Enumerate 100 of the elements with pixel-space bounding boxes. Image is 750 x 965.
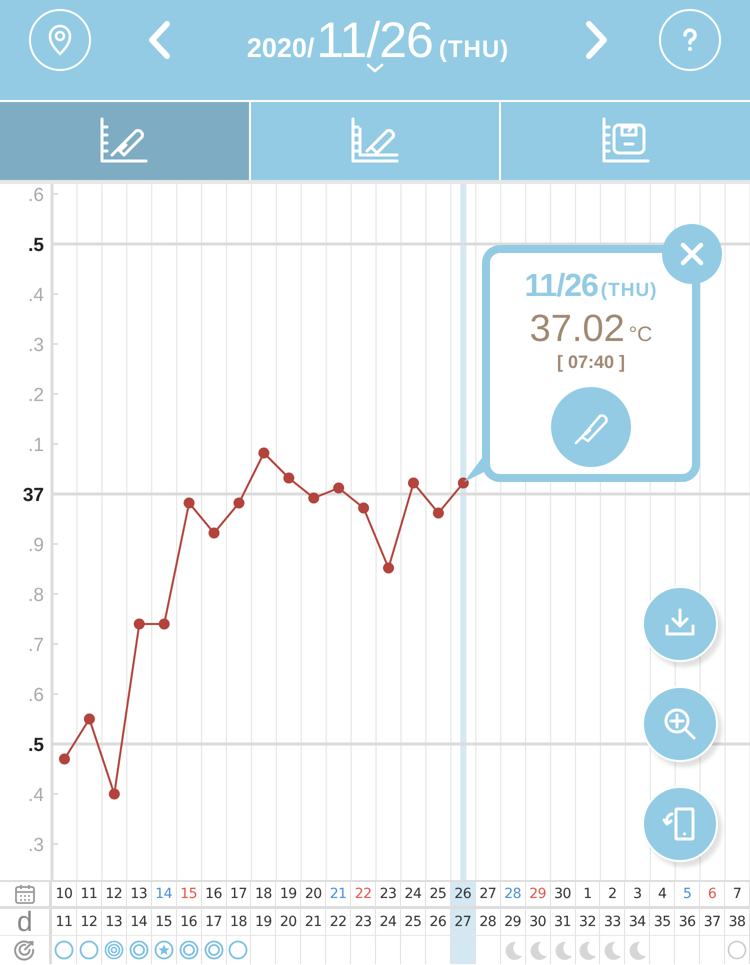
circle-icon	[78, 940, 99, 960]
cycle-day-number: 29	[500, 909, 526, 936]
help-button[interactable]	[659, 9, 721, 71]
axis-tick-label: .6	[28, 685, 44, 706]
cycle-day-number: 35	[650, 909, 676, 936]
cycle-day-number: 18	[226, 909, 252, 936]
target-arrow-icon	[14, 939, 36, 961]
calendar-date[interactable]: 24	[401, 882, 426, 909]
cycle-day-number: 20	[276, 909, 302, 936]
calendar-date[interactable]: 22	[351, 882, 376, 909]
axis-tick-label: .4	[28, 785, 44, 806]
cycle-day-number: 21	[301, 909, 326, 936]
popup-date: 11/26	[524, 267, 598, 304]
double-circle-icon	[204, 940, 224, 960]
calendar-icon	[14, 883, 36, 905]
axis-tick-label: .1	[28, 435, 44, 456]
cycle-day-number: 38	[725, 909, 750, 936]
cycle-day-number: 27	[450, 909, 476, 936]
axis-tick-label: .3	[28, 335, 44, 356]
cycle-day-number: 22	[326, 909, 352, 936]
cycle-day-number: 32	[576, 909, 600, 936]
cycle-day-number: 23	[351, 909, 376, 936]
calendar-date[interactable]: 17	[226, 882, 252, 909]
cycle-day-number: 17	[202, 909, 226, 936]
axis-tick-label: .7	[28, 635, 44, 656]
cycle-day-number: 36	[675, 909, 700, 936]
close-icon	[680, 242, 704, 266]
location-pin-icon	[47, 24, 73, 56]
cycle-day-number: 37	[700, 909, 726, 936]
calendar-date[interactable]: 1	[576, 882, 600, 909]
circle-icon	[727, 940, 748, 960]
cycle-day-number: 33	[600, 909, 626, 936]
axis-tick-label: .9	[28, 535, 44, 556]
calendar-date[interactable]: 11	[76, 882, 102, 909]
calendar-date[interactable]: 3	[625, 882, 650, 909]
tab[interactable]	[250, 102, 502, 180]
year-text: 2020/	[246, 33, 314, 64]
cycle-day-number: 34	[625, 909, 650, 936]
calendar-date[interactable]: 2	[600, 882, 626, 909]
zoom-in-icon	[662, 706, 698, 742]
calendar-date[interactable]: 29	[526, 882, 551, 909]
cycle-day-number: 15	[152, 909, 177, 936]
calendar-date[interactable]: 15	[176, 882, 202, 909]
axis-tick-label: .3	[28, 835, 44, 856]
target-circle-icon	[104, 940, 124, 960]
calendar-date[interactable]: 16	[202, 882, 226, 909]
tab[interactable]	[0, 102, 251, 180]
dropdown-chevron-icon[interactable]	[365, 62, 385, 74]
temperature-value: 37.02	[530, 308, 625, 351]
cycle-day-label: d	[16, 908, 32, 936]
calendar-date[interactable]: 19	[276, 882, 302, 909]
double-circle-icon	[128, 940, 149, 960]
calendar-date[interactable]: 30	[550, 882, 576, 909]
thermometer-chart-icon	[98, 117, 150, 165]
temperature-unit: °C	[628, 323, 652, 347]
crescent-moon-icon	[602, 940, 622, 960]
calendar-date[interactable]: 18	[251, 882, 276, 909]
circle-icon	[228, 940, 248, 960]
cycle-day-number: 24	[376, 909, 401, 936]
axis-tick-label: .8	[28, 585, 44, 606]
calendar-date[interactable]: 4	[650, 882, 676, 909]
cycle-day-number: 13	[102, 909, 127, 936]
cycle-day-number: 19	[251, 909, 276, 936]
star-circle-icon	[154, 940, 174, 960]
calendar-date[interactable]: 12	[102, 882, 127, 909]
cycle-day-number: 12	[76, 909, 102, 936]
axis-tick-label: .6	[28, 185, 44, 206]
question-mark-icon	[682, 28, 698, 52]
crescent-moon-icon	[502, 940, 523, 960]
cycle-day-number: 30	[526, 909, 551, 936]
cycle-day-number: 31	[550, 909, 576, 936]
location-button[interactable]	[29, 9, 91, 71]
axis-tick-label: 37	[22, 485, 44, 506]
measurement-time: [ 07:40 ]	[556, 352, 626, 373]
axis-tick-label: .2	[28, 385, 44, 406]
weekday-text: (THU)	[438, 36, 510, 64]
axis-tick-label: .4	[28, 285, 44, 306]
calendar-date[interactable]: 27	[476, 882, 501, 909]
popup-weekday: (THU)	[600, 280, 658, 302]
crescent-moon-icon	[627, 940, 648, 960]
calendar-date[interactable]: 20	[301, 882, 326, 909]
cycle-day-number: 11	[52, 909, 77, 936]
calendar-date[interactable]: 26	[450, 882, 476, 909]
selected-day-highlight	[450, 936, 476, 964]
cycle-day-number: 16	[176, 909, 202, 936]
calendar-date[interactable]: 10	[52, 882, 77, 909]
axis-tick-label: .5	[28, 235, 44, 256]
crescent-moon-icon	[552, 940, 573, 960]
calendar-date[interactable]: 6	[700, 882, 726, 909]
calendar-date[interactable]: 13	[126, 882, 152, 909]
calendar-date[interactable]: 7	[725, 882, 750, 909]
circle-icon	[54, 940, 74, 960]
axis-tick-label: .5	[28, 735, 44, 756]
tab[interactable]	[501, 102, 750, 180]
double-circle-icon	[178, 940, 199, 960]
crescent-moon-icon	[577, 940, 598, 960]
crescent-moon-icon	[528, 940, 548, 960]
cycle-day-number: 14	[126, 909, 152, 936]
cycle-day-number: 25	[401, 909, 426, 936]
calendar-date[interactable]: 23	[376, 882, 401, 909]
